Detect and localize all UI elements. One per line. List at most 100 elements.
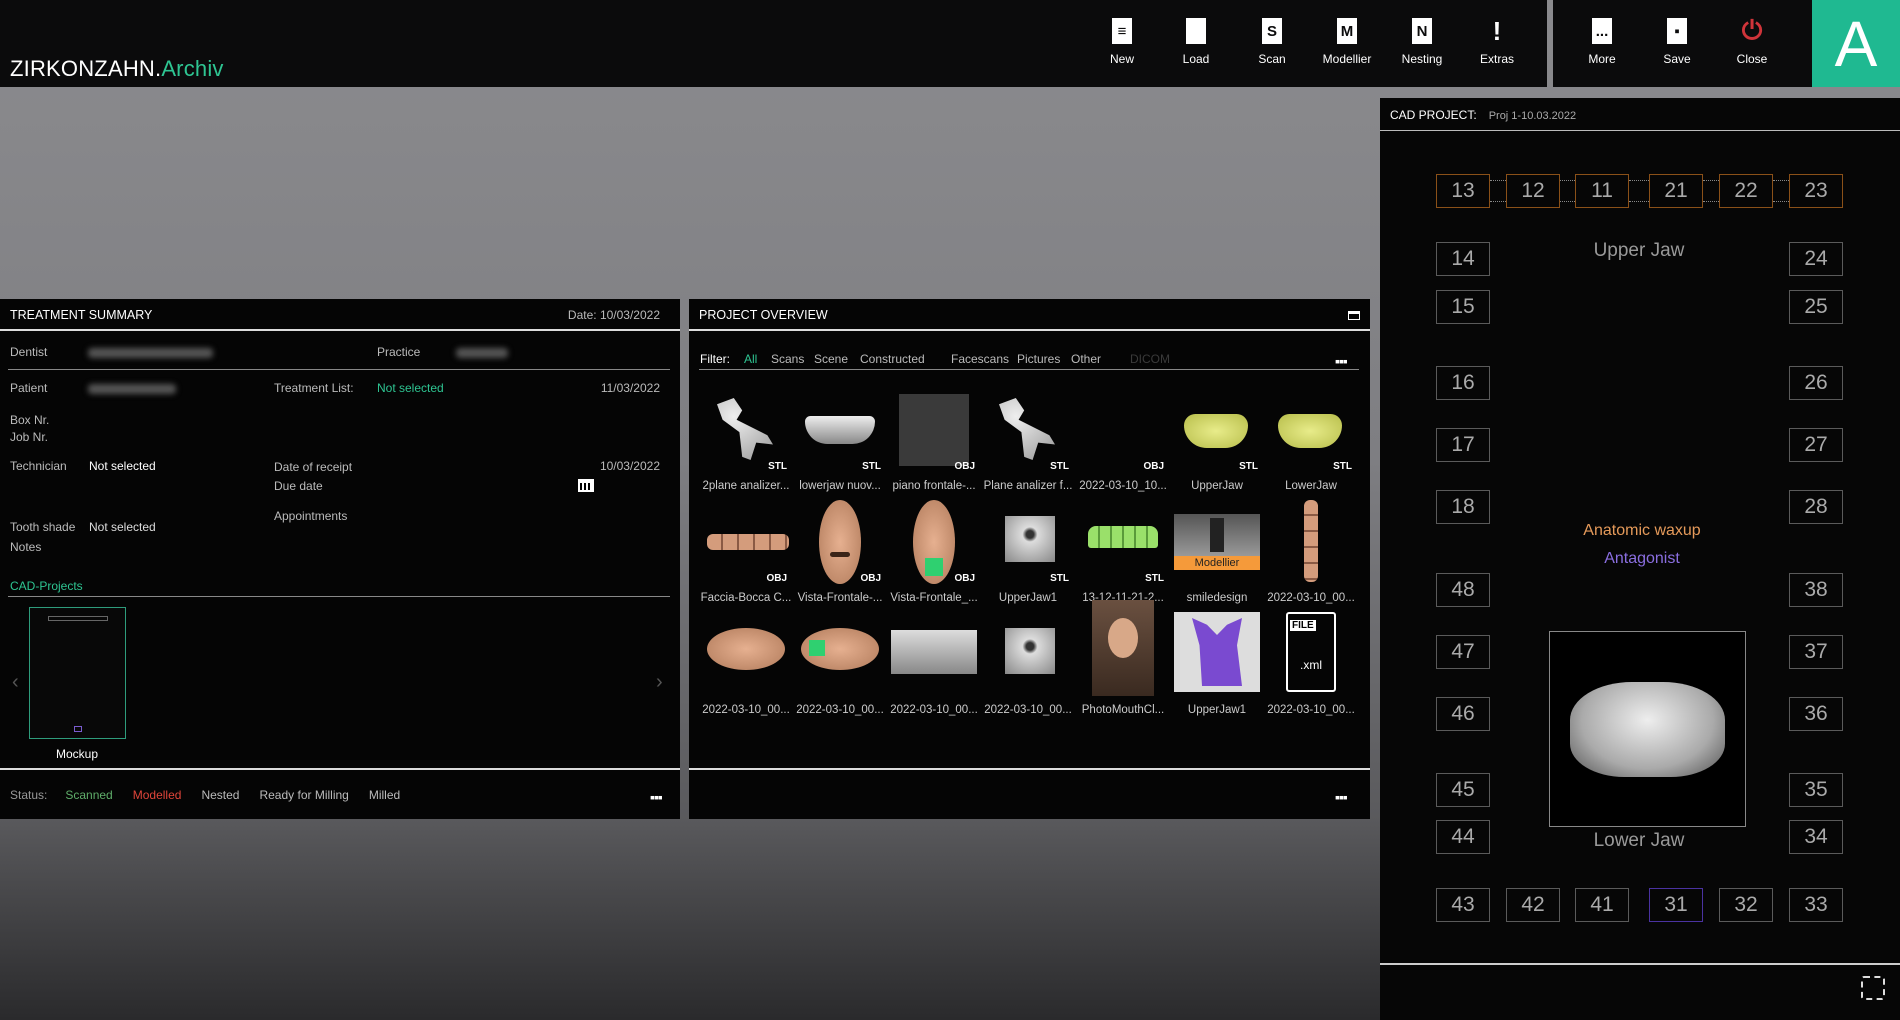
file-item[interactable]: STL UpperJaw1 [982,500,1074,604]
status-nested[interactable]: Nested [201,788,239,802]
more-icon[interactable]: ▪▪▪ [1335,789,1348,805]
file-item[interactable]: OBJ Faccia-Bocca C... [700,500,792,604]
tooth-18[interactable]: 18 [1436,490,1490,524]
tooth-45[interactable]: 45 [1436,773,1490,807]
tooth-22[interactable]: 22 [1719,174,1773,208]
tooth-16[interactable]: 16 [1436,366,1490,400]
file-item[interactable]: OBJ Vista-Frontale-... [794,500,886,604]
tooth-12[interactable]: 12 [1506,174,1560,208]
file-item[interactable]: Modellier smiledesign [1171,500,1263,604]
toolbar-label: Load [1182,52,1210,66]
tooth-48[interactable]: 48 [1436,573,1490,607]
file-type-tag: STL [1333,461,1352,472]
more-icon[interactable]: ▪▪▪ [650,789,663,805]
filter-constructed[interactable]: Constructed [860,352,925,366]
chevron-left-icon[interactable]: ‹ [12,671,19,694]
file-item[interactable]: 2022-03-10_00... [1265,500,1357,604]
filter-all[interactable]: All [744,352,757,366]
antagonist-label[interactable]: Antagonist [1560,550,1724,568]
tooth-25[interactable]: 25 [1789,290,1843,324]
file-thumbnail: OBJ [797,500,883,584]
file-item[interactable]: OBJ 2022-03-10_10... [1077,388,1169,492]
more-icon[interactable]: ▪▪▪ [1335,353,1348,369]
file-thumbnail [797,612,883,696]
tooth-35[interactable]: 35 [1789,773,1843,807]
cad-project-name[interactable]: Mockup [56,747,98,761]
tooth-shade-value[interactable]: Not selected [89,520,156,534]
tooth-33[interactable]: 33 [1789,888,1843,922]
filter-pictures[interactable]: Pictures [1017,352,1060,366]
file-item[interactable]: STL LowerJaw [1265,388,1357,492]
anatomic-waxup-label[interactable]: Anatomic waxup [1560,522,1724,540]
filter-other[interactable]: Other [1071,352,1101,366]
cad-project-thumbnail[interactable] [29,607,126,739]
tooth-14[interactable]: 14 [1436,242,1490,276]
file-item[interactable]: STL 2plane analizer... [700,388,792,492]
user-avatar[interactable]: A [1812,0,1900,87]
tooth-31[interactable]: 31 [1649,888,1703,922]
file-item[interactable]: OBJ Vista-Frontale_... [888,500,980,604]
tooth-26[interactable]: 26 [1789,366,1843,400]
calendar-icon[interactable] [578,479,594,492]
file-item[interactable]: 2022-03-10_00... [700,612,792,716]
tooth-41[interactable]: 41 [1575,888,1629,922]
tooth-43[interactable]: 43 [1436,888,1490,922]
tooth-38[interactable]: 38 [1789,573,1843,607]
treatment-list-value[interactable]: Not selected [377,381,444,395]
jaw-preview[interactable] [1549,631,1746,827]
tooth-17[interactable]: 17 [1436,428,1490,462]
practice-value-blurred[interactable] [456,348,508,358]
toolbar-modellier-button[interactable]: M Modellier [1312,14,1382,66]
technician-value[interactable]: Not selected [89,459,156,473]
toolbar-more-button[interactable]: ... More [1567,14,1637,66]
tooth-46[interactable]: 46 [1436,697,1490,731]
file-item[interactable]: STL Plane analizer f... [982,388,1074,492]
tooth-21[interactable]: 21 [1649,174,1703,208]
chevron-right-icon[interactable]: › [656,671,663,694]
file-item[interactable]: 2022-03-10_00... [888,612,980,716]
tooth-23[interactable]: 23 [1789,174,1843,208]
tooth-44[interactable]: 44 [1436,820,1490,854]
toolbar-nesting-button[interactable]: N Nesting [1387,14,1457,66]
filter-dicom[interactable]: DICOM [1130,352,1170,366]
dentist-value-blurred[interactable] [88,348,213,358]
tooth-42[interactable]: 42 [1506,888,1560,922]
tooth-11[interactable]: 11 [1575,174,1629,208]
tooth-36[interactable]: 36 [1789,697,1843,731]
toolbar-scan-button[interactable]: S Scan [1237,14,1307,66]
file-item[interactable]: FILE .xml 2022-03-10_00... [1265,612,1357,716]
file-item[interactable]: 2022-03-10_00... [794,612,886,716]
technician-label: Technician [10,459,67,473]
tooth-34[interactable]: 34 [1789,820,1843,854]
toolbar-new-button[interactable]: ≡ New [1087,14,1157,66]
tooth-24[interactable]: 24 [1789,242,1843,276]
status-milled[interactable]: Milled [369,788,400,802]
tooth-32[interactable]: 32 [1719,888,1773,922]
toolbar-extras-button[interactable]: ! Extras [1462,14,1532,67]
file-item[interactable]: PhotoMouthCl... [1077,600,1169,716]
filter-scene[interactable]: Scene [814,352,848,366]
file-item[interactable]: STL lowerjaw nuov... [794,388,886,492]
toolbar-load-button[interactable]: Load [1161,14,1231,66]
status-scanned[interactable]: Scanned [65,788,112,802]
status-modelled[interactable]: Modelled [133,788,182,802]
tooth-15[interactable]: 15 [1436,290,1490,324]
file-item[interactable]: 2022-03-10_00... [982,612,1074,716]
tooth-27[interactable]: 27 [1789,428,1843,462]
tooth-37[interactable]: 37 [1789,635,1843,669]
toolbar-save-button[interactable]: ▪ Save [1642,14,1712,66]
tooth-47[interactable]: 47 [1436,635,1490,669]
filter-facescans[interactable]: Facescans [951,352,1009,366]
filter-scans[interactable]: Scans [771,352,804,366]
tooth-28[interactable]: 28 [1789,490,1843,524]
patient-value-blurred[interactable] [88,384,176,394]
file-item[interactable]: STL UpperJaw [1171,388,1263,492]
file-item[interactable]: UpperJaw1 [1171,612,1263,716]
status-ready-for-milling[interactable]: Ready for Milling [259,788,348,802]
toolbar-close-button[interactable]: ⏻ Close [1717,14,1787,66]
file-item[interactable]: STL 13-12-11-21-2... [1077,500,1169,604]
file-item[interactable]: OBJ piano frontale-... [888,388,980,492]
tooth-13[interactable]: 13 [1436,174,1490,208]
maximize-icon[interactable] [1348,311,1360,320]
qr-scan-icon[interactable] [1861,976,1885,1000]
